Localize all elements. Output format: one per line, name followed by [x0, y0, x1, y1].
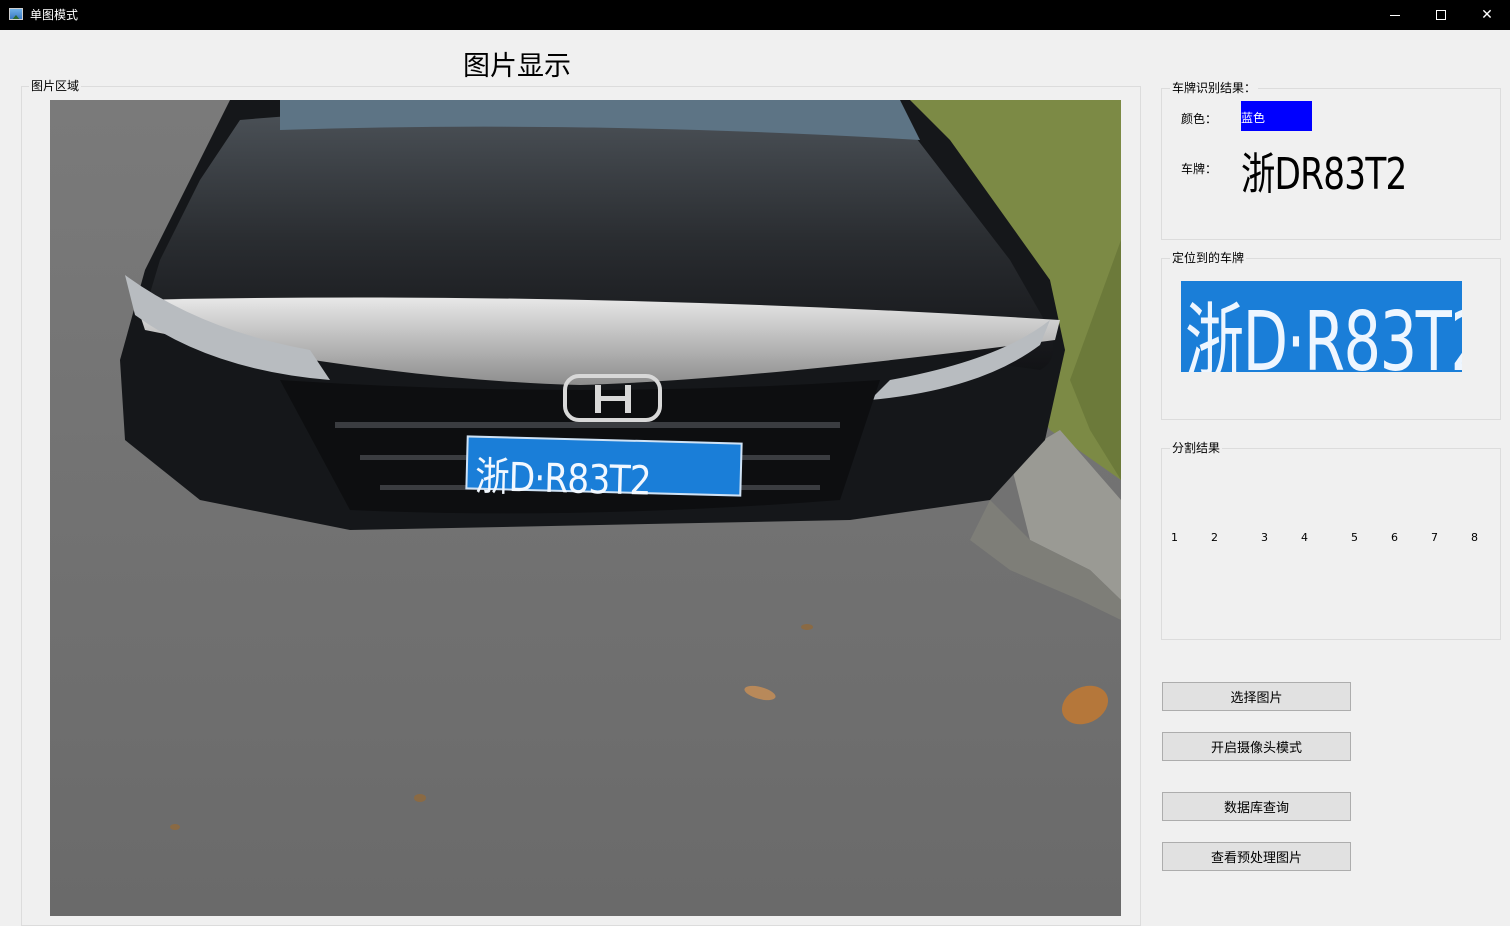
select-image-button[interactable]: 选择图片: [1162, 682, 1351, 711]
segment-number: 2: [1211, 531, 1218, 544]
located-plate-label: 定位到的车牌: [1170, 251, 1247, 265]
color-value: 蓝色: [1241, 101, 1312, 131]
app-image-icon: [9, 8, 23, 20]
section-title: 图片显示: [463, 51, 571, 82]
segment-number: 4: [1301, 531, 1308, 544]
color-label: 颜色：: [1181, 112, 1218, 126]
segment-number: 3: [1261, 531, 1268, 544]
segment-number: 7: [1431, 531, 1438, 544]
close-button[interactable]: ✕: [1464, 0, 1510, 30]
segment-group-label: 分割结果: [1170, 441, 1223, 455]
photo-plate-text: 浙D·R83T2: [474, 453, 652, 505]
located-plate-text: 浙D·R83T2: [1185, 295, 1462, 372]
window-title: 单图模式: [30, 8, 79, 22]
plate-value: 浙DR83T2: [1241, 149, 1407, 200]
camera-mode-button[interactable]: 开启摄像头模式: [1162, 732, 1351, 761]
minimize-button[interactable]: [1372, 0, 1418, 30]
segment-number: 6: [1391, 531, 1398, 544]
car-photo: 浙D·R83T2: [50, 100, 1121, 916]
image-area-label: 图片区域: [29, 79, 82, 93]
segment-group: [1161, 448, 1501, 640]
maximize-button[interactable]: [1418, 0, 1464, 30]
segment-number: 1: [1171, 531, 1178, 544]
located-plate-image: 浙D·R83T2: [1181, 281, 1462, 372]
plate-label: 车牌：: [1181, 162, 1218, 176]
maximize-icon: [1436, 10, 1446, 20]
segment-number: 5: [1351, 531, 1358, 544]
result-group-label: 车牌识别结果：: [1170, 81, 1259, 95]
window-titlebar: 单图模式 ✕: [0, 0, 1510, 30]
segment-number: 8: [1471, 531, 1478, 544]
database-query-button[interactable]: 数据库查询: [1162, 792, 1351, 821]
minimize-icon: [1390, 14, 1400, 16]
close-icon: ✕: [1481, 7, 1493, 23]
view-preprocessed-button[interactable]: 查看预处理图片: [1162, 842, 1351, 871]
